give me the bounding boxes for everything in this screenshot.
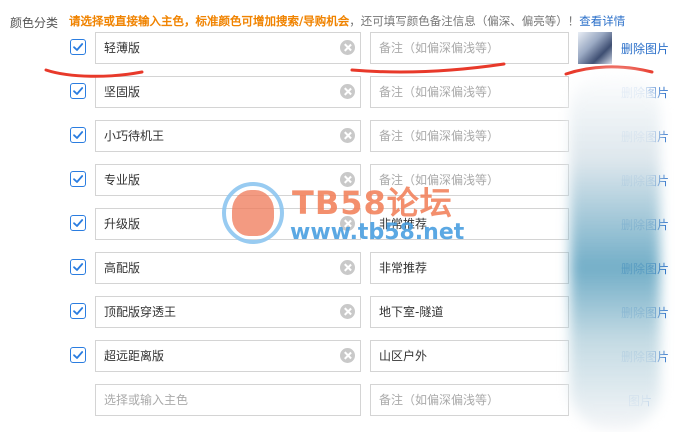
color-note-input[interactable]: 备注（如偏深偏浅等） [370,384,569,416]
check-icon [73,263,84,271]
check-icon [73,175,84,183]
watermark-url: www.tb58.net [290,220,465,245]
main-color-input[interactable]: 轻薄版 [95,32,361,64]
delete-image-link[interactable]: 删除图片 [621,40,669,57]
hint-highlight: 请选择或直接输入主色，标准颜色可增加搜索/导购机会 [69,14,350,28]
hint-normal: ，还可填写颜色备注信息（偏深、偏亮等）！ [349,14,580,28]
main-color-input[interactable]: 小巧待机王 [95,120,361,152]
check-icon [73,219,84,227]
row-checkbox[interactable] [70,171,86,187]
row-checkbox[interactable] [70,215,86,231]
main-color-input[interactable]: 高配版 [95,252,361,284]
color-note-input[interactable]: 备注（如偏深偏浅等） [370,32,569,64]
check-icon [73,87,84,95]
color-note-input[interactable]: 非常推荐 [370,252,569,284]
color-row: 轻薄版 备注（如偏深偏浅等） 删除图片 [0,32,688,64]
row-checkbox[interactable] [70,83,86,99]
watermark: TB58论坛 www.tb58.net [222,182,472,252]
main-color-input[interactable]: 顶配版穿透王 [95,296,361,328]
watermark-title: TB58论坛 [292,184,453,222]
color-note-input[interactable]: 山区户外 [370,340,569,372]
check-icon [73,351,84,359]
row-checkbox[interactable] [70,39,86,55]
main-color-input[interactable]: 超远距离版 [95,340,361,372]
color-image-thumbnail[interactable] [578,32,612,64]
check-icon [73,43,84,51]
clear-icon[interactable] [340,304,355,319]
color-hint: 请选择或直接输入主色，标准颜色可增加搜索/导购机会，还可填写颜色备注信息（偏深、… [69,13,625,29]
blurred-region [570,70,660,430]
hand-icon [232,190,274,236]
clear-icon[interactable] [340,128,355,143]
clear-icon[interactable] [340,260,355,275]
color-note-input[interactable]: 地下室-隧道 [370,296,569,328]
clear-icon[interactable] [340,348,355,363]
view-details-link[interactable]: 查看详情 [579,14,625,28]
row-checkbox[interactable] [70,127,86,143]
color-note-input[interactable]: 备注（如偏深偏浅等） [370,76,569,108]
check-icon [73,307,84,315]
clear-icon[interactable] [340,40,355,55]
check-icon [73,131,84,139]
row-checkbox[interactable] [70,303,86,319]
color-category-label: 颜色分类 [10,16,59,30]
main-color-input[interactable]: 选择或输入主色 [95,384,361,416]
row-checkbox[interactable] [70,259,86,275]
row-checkbox[interactable] [70,347,86,363]
clear-icon[interactable] [340,84,355,99]
main-color-input[interactable]: 坚固版 [95,76,361,108]
color-note-input[interactable]: 备注（如偏深偏浅等） [370,120,569,152]
